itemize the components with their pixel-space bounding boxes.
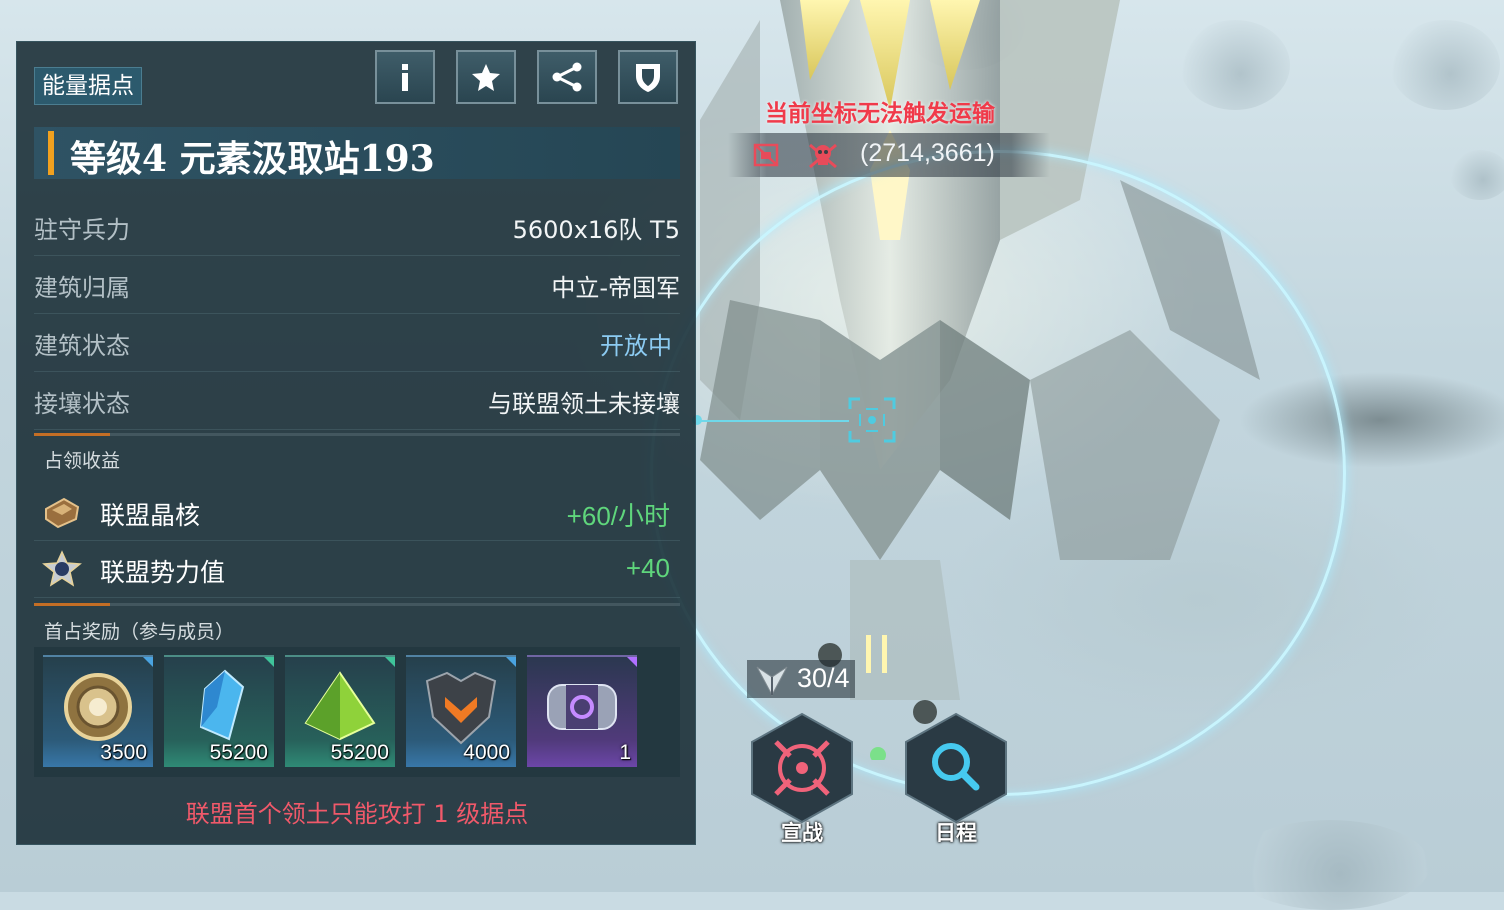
coordinate-bar[interactable]: (2714,3661) <box>728 133 1050 177</box>
income-label: 联盟势力值 <box>100 558 226 587</box>
star-icon <box>472 64 500 91</box>
favorite-button[interactable] <box>456 50 516 104</box>
crater <box>1230 820 1430 910</box>
search-icon <box>905 712 1007 824</box>
reward-count: 4000 <box>463 741 510 764</box>
income-section-title: 占领收益 <box>44 450 121 472</box>
share-button[interactable] <box>537 50 597 104</box>
income-row-influence: 联盟势力值 +40 <box>34 541 680 598</box>
rarity-corner <box>506 657 516 667</box>
stronghold-title: 等级4 元素汲取站193 <box>70 138 435 180</box>
declare-war-button[interactable]: 宣战 <box>748 712 856 845</box>
crystal-core-icon <box>45 497 80 529</box>
title-accent <box>48 131 54 175</box>
title-bar: 等级4 元素汲取站193 <box>34 127 680 180</box>
share-icon <box>552 62 582 92</box>
first-capture-rewards: 3500 55200 55200 4000 1 <box>34 647 680 777</box>
green-pyramid-crystal-icon <box>304 671 376 741</box>
info-icon <box>402 64 408 91</box>
status-value: 开放中 <box>600 332 672 360</box>
schedule-label: 日程 <box>935 821 977 845</box>
hostile-skull-icon <box>809 143 837 169</box>
declare-war-icon <box>751 712 853 824</box>
category-tag: 能量据点 <box>34 67 142 105</box>
schedule-button[interactable]: 日程 <box>902 712 1010 845</box>
rarity-corner <box>264 657 274 667</box>
declare-war-label: 宣战 <box>781 821 823 845</box>
stat-row-ownership: 建筑归属 中立-帝国军 <box>34 256 680 314</box>
stat-value: 与联盟领土未接壤 <box>488 390 680 418</box>
reward-item[interactable]: 4000 <box>406 655 516 767</box>
reward-section-title: 首占奖励（参与成员） <box>44 621 235 643</box>
pointer-line <box>697 420 849 422</box>
stat-value: 中立-帝国军 <box>551 274 680 302</box>
troop-counter[interactable]: 30/4 <box>747 660 855 698</box>
reward-count: 55200 <box>330 741 389 764</box>
stat-list: 驻守兵力 5600x16队 T5 建筑归属 中立-帝国军 建筑状态 开放中 接壤… <box>34 198 680 430</box>
purple-capsule-chest-icon <box>547 684 617 730</box>
stat-label: 驻守兵力 <box>34 216 130 244</box>
income-label: 联盟晶核 <box>100 501 201 530</box>
reward-item[interactable]: 1 <box>527 655 637 767</box>
crater <box>1390 20 1500 110</box>
info-button[interactable] <box>375 50 435 104</box>
reward-count: 55200 <box>209 741 268 764</box>
income-row-crystal: 联盟晶核 +60/小时 <box>34 484 680 541</box>
stat-label: 接壤状态 <box>34 390 130 418</box>
no-transport-icon <box>753 143 779 167</box>
shield-icon <box>636 64 660 92</box>
income-value: +40 <box>625 553 670 583</box>
footer-note: 联盟首个领土只能攻打 1 级据点 <box>185 800 529 828</box>
reward-count: 3500 <box>100 741 147 764</box>
troop-wing-icon <box>756 666 788 697</box>
gold-medal-coin-icon <box>64 673 132 741</box>
coordinates-text: (2714,3661) <box>860 139 995 167</box>
mark-button[interactable] <box>618 50 678 104</box>
reward-item[interactable]: 55200 <box>164 655 274 767</box>
crater <box>1450 150 1504 200</box>
stat-row-status: 建筑状态 开放中 <box>34 314 680 372</box>
blue-crystal-icon <box>199 669 245 741</box>
reward-item[interactable]: 55200 <box>285 655 395 767</box>
reward-item[interactable]: 3500 <box>43 655 153 767</box>
income-value: +60/小时 <box>566 501 670 531</box>
troop-count-text: 30/4 <box>797 663 850 693</box>
stat-value: 5600x16队 T5 <box>512 216 680 244</box>
stat-label: 建筑归属 <box>34 274 130 302</box>
rarity-corner <box>143 657 153 667</box>
reward-count: 1 <box>619 741 631 764</box>
section-divider <box>34 603 680 606</box>
stat-label: 建筑状态 <box>34 332 130 360</box>
rarity-corner <box>385 657 395 667</box>
stat-row-garrison: 驻守兵力 5600x16队 T5 <box>34 198 680 256</box>
stat-row-border: 接壤状态 与联盟领土未接壤 <box>34 372 680 430</box>
dark-emblem-icon <box>425 671 497 745</box>
territory-range-ring <box>650 150 1346 796</box>
rarity-corner <box>627 657 637 667</box>
influence-badge-icon <box>42 550 82 587</box>
stronghold-info-panel: 能量据点 等级4 元素汲取站193 驻守兵力 5600x16队 T5 建筑归属 … <box>16 41 696 845</box>
section-divider <box>34 433 680 436</box>
target-reticle-icon[interactable] <box>848 397 896 443</box>
transport-warning-text: 当前坐标无法触发运输 <box>765 101 995 127</box>
